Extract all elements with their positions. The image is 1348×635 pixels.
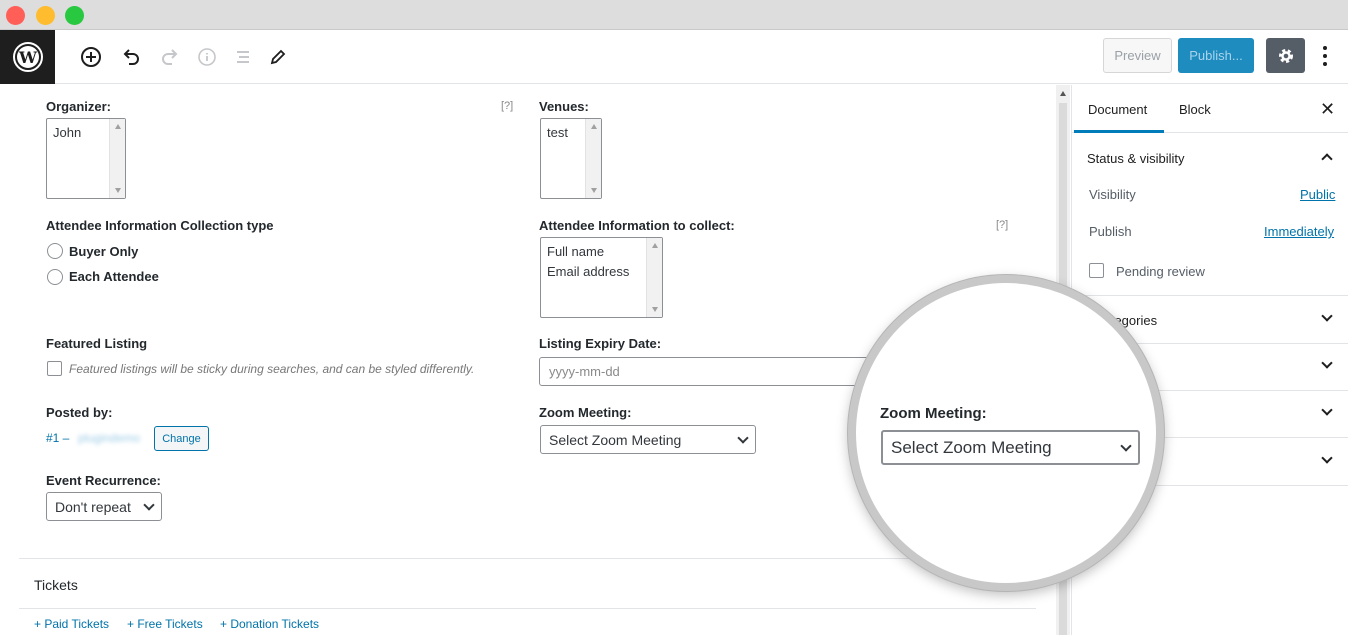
info-collect-label: Attendee Information to collect: — [539, 218, 735, 233]
visibility-label: Visibility — [1089, 187, 1136, 202]
magnified-zoom-label: Zoom Meeting: — [880, 405, 987, 422]
chevron-down-icon — [143, 498, 155, 511]
preview-button[interactable]: Preview — [1103, 38, 1172, 73]
recurrence-select[interactable]: Don't repeat — [46, 492, 162, 521]
close-icon[interactable]: ✕ — [1320, 99, 1335, 120]
posted-by-label: Posted by: — [46, 405, 113, 420]
wordpress-logo-icon[interactable]: W — [0, 30, 55, 84]
each-attendee-label: Each Attendee — [69, 269, 159, 284]
kebab-menu-icon[interactable] — [1317, 44, 1333, 68]
author-id-link[interactable]: #1 – — [46, 431, 69, 445]
chevron-down-icon[interactable] — [1321, 357, 1333, 369]
recurrence-label: Event Recurrence: — [46, 473, 161, 488]
buyer-only-label: Buyer Only — [69, 244, 139, 259]
change-author-button[interactable]: Change — [154, 426, 209, 451]
paid-tickets-link[interactable]: + Paid Tickets — [34, 617, 109, 631]
chevron-up-icon[interactable] — [1321, 153, 1333, 165]
magnified-zoom-value: Select Zoom Meeting — [891, 437, 1052, 457]
publish-date-link[interactable]: Immediately — [1264, 224, 1334, 239]
chevron-down-icon[interactable] — [1321, 404, 1333, 416]
organizer-label: Organizer: — [46, 99, 112, 114]
chevron-down-icon[interactable] — [1321, 310, 1333, 322]
pending-review-label: Pending review — [1116, 264, 1205, 279]
info-collect-help-link[interactable]: [?] — [996, 219, 1008, 231]
collection-type-label: Attendee Information Collection type — [46, 218, 274, 233]
expiry-label: Listing Expiry Date: — [539, 336, 662, 351]
chevron-down-icon — [1120, 439, 1132, 452]
status-visibility-title[interactable]: Status & visibility — [1087, 151, 1185, 166]
window-titlebar — [0, 0, 1348, 30]
expiry-date-input[interactable]: yyyy-mm-dd — [539, 357, 869, 386]
tab-document[interactable]: Document — [1088, 102, 1147, 117]
publish-button[interactable]: Publish... — [1178, 38, 1254, 73]
divider — [19, 608, 1036, 609]
info-collect-option[interactable]: Full name — [547, 242, 656, 262]
sidebar-tabs: Document Block ✕ — [1072, 85, 1348, 133]
edit-pencil-icon[interactable] — [265, 44, 291, 70]
chevron-down-icon — [737, 431, 749, 444]
free-tickets-link[interactable]: + Free Tickets — [127, 617, 203, 631]
organizer-help-link[interactable]: [?] — [501, 100, 513, 112]
visibility-link[interactable]: Public — [1300, 187, 1335, 202]
maximize-window-button[interactable] — [65, 6, 84, 25]
buyer-only-radio[interactable] — [47, 243, 63, 259]
close-window-button[interactable] — [6, 6, 25, 25]
zoom-meeting-select[interactable]: Select Zoom Meeting — [540, 425, 756, 454]
divider — [19, 558, 1056, 559]
minimize-window-button[interactable] — [36, 6, 55, 25]
magnified-zoom-select[interactable]: Select Zoom Meeting — [881, 430, 1140, 465]
list-view-icon[interactable] — [229, 44, 255, 70]
zoom-magnifier-callout: Zoom Meeting: Select Zoom Meeting — [848, 275, 1164, 591]
info-icon[interactable] — [194, 44, 220, 70]
venues-scrollbar[interactable] — [585, 119, 601, 198]
featured-checkbox[interactable] — [47, 361, 62, 376]
zoom-meeting-value: Select Zoom Meeting — [549, 431, 682, 448]
tickets-heading: Tickets — [34, 577, 78, 593]
editor-toolbar: W Preview Publish... — [0, 30, 1348, 84]
add-block-icon[interactable] — [78, 44, 104, 70]
scroll-up-icon[interactable] — [1060, 91, 1066, 96]
publish-label: Publish — [1089, 224, 1132, 239]
chevron-down-icon[interactable] — [1321, 452, 1333, 464]
recurrence-value: Don't repeat — [55, 498, 131, 515]
organizer-scrollbar[interactable] — [109, 119, 125, 198]
featured-label: Featured Listing — [46, 336, 148, 351]
info-collect-scrollbar[interactable] — [646, 238, 662, 317]
pending-review-checkbox[interactable] — [1089, 263, 1104, 278]
tab-block[interactable]: Block — [1179, 102, 1211, 117]
svg-text:W: W — [18, 48, 38, 67]
undo-icon[interactable] — [118, 44, 144, 70]
redo-icon[interactable] — [157, 44, 183, 70]
venues-label: Venues: — [539, 99, 589, 114]
zoom-meeting-label: Zoom Meeting: — [539, 405, 632, 420]
info-collect-option[interactable]: Email address — [547, 262, 656, 282]
settings-gear-icon[interactable] — [1266, 38, 1305, 73]
each-attendee-radio[interactable] — [47, 269, 63, 285]
info-collect-listbox[interactable]: Full name Email address — [540, 237, 663, 318]
status-visibility-panel: Status & visibility Visibility Public Pu… — [1072, 133, 1348, 296]
author-name[interactable]: plugindemo — [78, 431, 140, 445]
venues-listbox[interactable]: test — [540, 118, 602, 199]
featured-description: Featured listings will be sticky during … — [69, 362, 475, 376]
organizer-listbox[interactable]: John — [46, 118, 126, 199]
donation-tickets-link[interactable]: + Donation Tickets — [220, 617, 319, 631]
